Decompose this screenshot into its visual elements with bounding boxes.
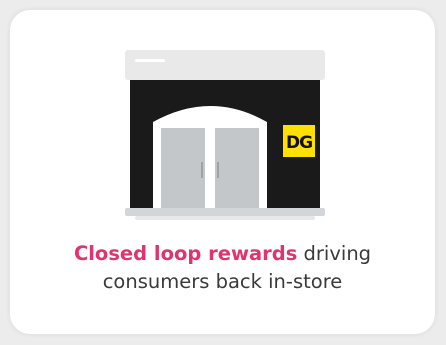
- dg-logo-text: DG: [286, 133, 312, 153]
- store-base-shadow: [135, 216, 315, 220]
- caption-highlight: Closed loop rewards: [73, 242, 298, 265]
- door-left: [161, 128, 205, 208]
- door-right: [215, 128, 259, 208]
- store-roof: [125, 50, 325, 80]
- feature-card: DG Closed loop rewards driving consumers…: [10, 10, 435, 334]
- store-roof-highlight: [135, 59, 165, 62]
- door-right-handle: [217, 162, 219, 178]
- caption-line-1: Closed loop rewards driving: [10, 240, 435, 268]
- feature-caption: Closed loop rewards driving consumers ba…: [10, 240, 435, 296]
- caption-rest: driving: [297, 242, 372, 265]
- caption-line-2: consumers back in-store: [102, 270, 343, 293]
- store-base: [125, 208, 325, 216]
- door-left-handle: [201, 162, 203, 178]
- store-front-illustration: DG: [125, 50, 325, 220]
